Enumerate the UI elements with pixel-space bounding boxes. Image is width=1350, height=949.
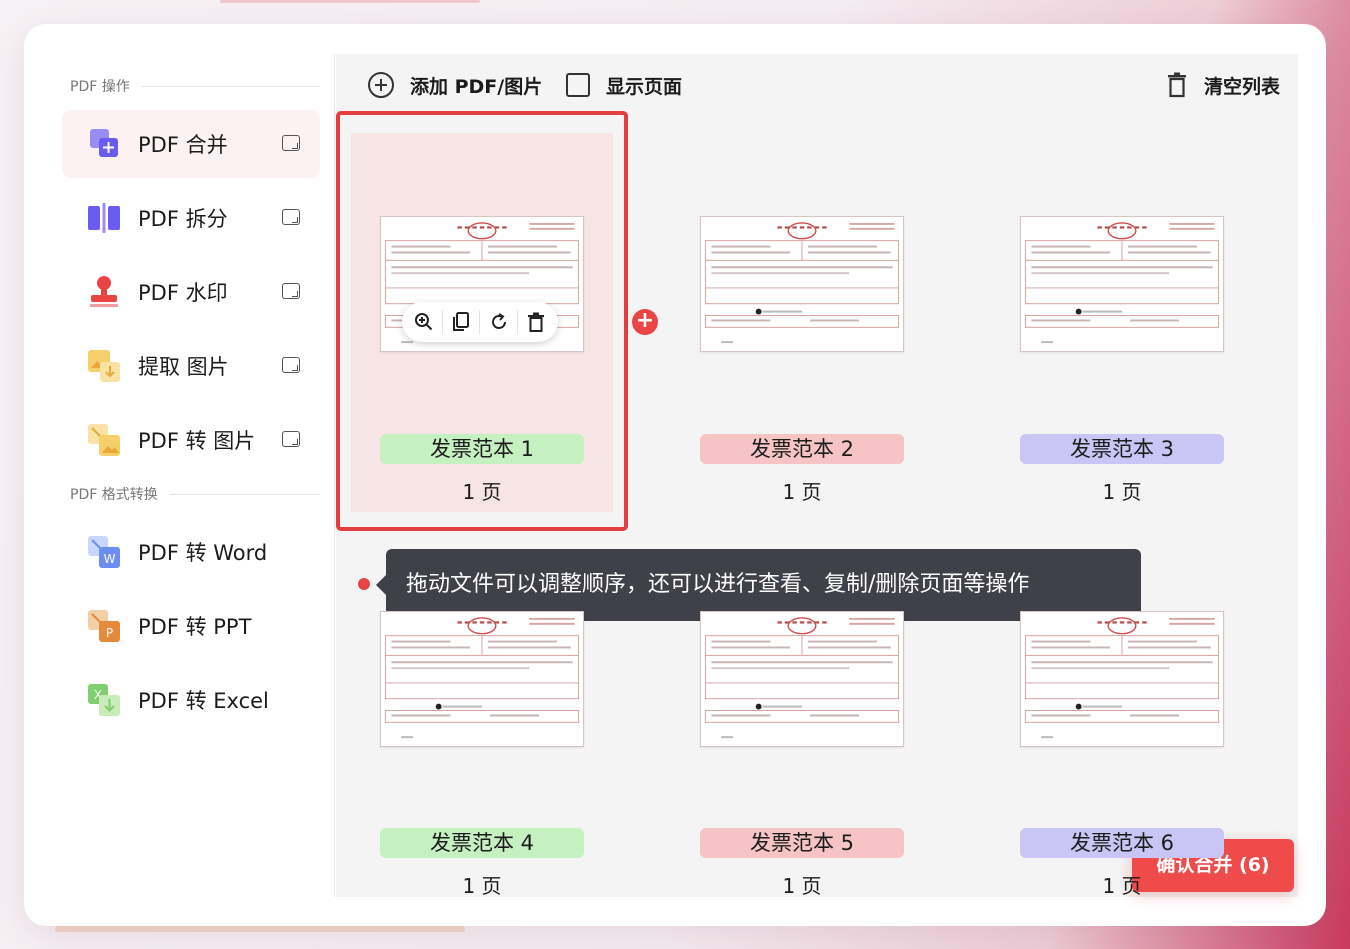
sidebar-item-label: 提取 图片 bbox=[138, 355, 229, 379]
section-title-text: PDF 操作 bbox=[70, 79, 130, 95]
trash-icon bbox=[527, 312, 544, 332]
sidebar-item-label: PDF 转 图片 bbox=[138, 429, 256, 453]
sidebar-item-pdf-to-excel[interactable]: X PDF 转 Excel bbox=[62, 666, 320, 734]
delete-button[interactable] bbox=[522, 308, 550, 336]
rotate-button[interactable] bbox=[485, 308, 513, 336]
ppt-badge: P bbox=[106, 626, 113, 640]
zoom-in-button[interactable] bbox=[410, 308, 438, 336]
ppt-icon: P bbox=[88, 610, 120, 642]
invoice-preview: ▬ ▬ ▬ ▬ ▬ ▬ ▬ bbox=[704, 617, 900, 739]
divider bbox=[141, 85, 320, 87]
trash-icon bbox=[1168, 72, 1186, 98]
extract-image-icon bbox=[88, 350, 120, 382]
divider bbox=[516, 310, 518, 334]
file-thumbnail[interactable]: ▬ ▬ ▬ ▬ ▬ ▬ ▬ bbox=[1020, 216, 1224, 352]
invoice-preview: ▬ ▬ ▬ ▬ ▬ ▬ ▬ bbox=[1024, 222, 1220, 344]
sidebar-item-label: PDF 拆分 bbox=[138, 207, 228, 231]
sidebar-item-pdf-to-word[interactable]: W PDF 转 Word bbox=[62, 518, 320, 586]
word-icon: W bbox=[88, 536, 120, 568]
divider bbox=[442, 310, 444, 334]
sidebar-item-pdf-to-ppt[interactable]: P PDF 转 PPT bbox=[62, 592, 320, 660]
open-window-icon[interactable] bbox=[282, 209, 300, 225]
sidebar-item-label: PDF 转 Excel bbox=[138, 689, 269, 713]
file-page-count: 1 页 bbox=[1102, 874, 1142, 898]
invoice-preview: ▬ ▬ ▬ ▬ ▬ ▬ ▬ bbox=[704, 222, 900, 344]
sidebar-item-label: PDF 水印 bbox=[138, 281, 228, 305]
checkbox-icon[interactable] bbox=[566, 73, 590, 97]
sidebar-item-extract-images[interactable]: 提取 图片 bbox=[62, 332, 320, 400]
file-page-count: 1 页 bbox=[782, 874, 822, 898]
sidebar-item-label: PDF 转 Word bbox=[138, 541, 268, 565]
show-pages-toggle[interactable]: 显示页面 bbox=[566, 70, 682, 100]
file-page-count: 1 页 bbox=[1102, 480, 1142, 504]
excel-icon: X bbox=[88, 684, 120, 716]
invoice-preview: ▬ ▬ ▬ ▬ ▬ ▬ ▬ bbox=[1024, 617, 1220, 739]
file-thumbnail[interactable]: ▬ ▬ ▬ ▬ ▬ ▬ ▬ bbox=[380, 611, 584, 747]
file-name-tag: 发票范本 3 bbox=[1020, 434, 1224, 464]
image-convert-icon bbox=[88, 424, 120, 456]
clear-list-label: 清空列表 bbox=[1204, 75, 1281, 98]
open-window-icon[interactable] bbox=[282, 135, 300, 151]
add-pdf-label: 添加 PDF/图片 bbox=[410, 75, 543, 98]
svg-text:▬ ▬ ▬ ▬ ▬ ▬ ▬: ▬ ▬ ▬ ▬ ▬ ▬ ▬ bbox=[777, 225, 828, 231]
open-window-icon[interactable] bbox=[282, 357, 300, 373]
file-page-count: 1 页 bbox=[462, 874, 502, 898]
file-name-tag: 发票范本 2 bbox=[700, 434, 904, 464]
toolbar: 添加 PDF/图片 显示页面 清空列表 bbox=[336, 54, 1298, 116]
file-name-tag: 发票范本 1 bbox=[380, 434, 584, 464]
merge-icon bbox=[90, 129, 118, 157]
zoom-in-icon bbox=[415, 313, 433, 331]
svg-text:▬ ▬ ▬ ▬ ▬ ▬ ▬: ▬ ▬ ▬ ▬ ▬ ▬ ▬ bbox=[457, 620, 508, 626]
file-thumbnail[interactable]: ▬ ▬ ▬ ▬ ▬ ▬ ▬ bbox=[700, 216, 904, 352]
sidebar: PDF 操作 PDF 合并 PDF 拆分 PDF 水印 提取 图片 PDF 转 … bbox=[52, 54, 335, 897]
section-title-text: PDF 格式转换 bbox=[70, 487, 158, 503]
copy-page-button[interactable] bbox=[447, 308, 475, 336]
add-circle-icon bbox=[368, 72, 394, 98]
word-badge: W bbox=[104, 552, 116, 566]
sidebar-item-label: PDF 转 PPT bbox=[138, 615, 252, 639]
add-pdf-button[interactable]: 添加 PDF/图片 bbox=[368, 70, 542, 100]
open-window-icon[interactable] bbox=[282, 431, 300, 447]
copy-icon bbox=[453, 312, 470, 331]
sidebar-item-split[interactable]: PDF 拆分 bbox=[62, 184, 320, 252]
clear-list-button[interactable]: 清空列表 bbox=[1166, 70, 1280, 100]
sidebar-item-merge[interactable]: PDF 合并 bbox=[62, 110, 320, 178]
file-page-count: 1 页 bbox=[782, 480, 822, 504]
section-title-conversion: PDF 格式转换 bbox=[70, 484, 320, 504]
stamp-icon bbox=[90, 276, 118, 307]
svg-text:▬ ▬ ▬ ▬ ▬ ▬ ▬: ▬ ▬ ▬ ▬ ▬ ▬ ▬ bbox=[1097, 620, 1148, 626]
file-name-tag: 发票范本 5 bbox=[700, 828, 904, 858]
sidebar-item-pdf-to-image[interactable]: PDF 转 图片 bbox=[62, 406, 320, 474]
background-accent-bottom bbox=[55, 926, 465, 932]
file-thumbnail[interactable]: ▬ ▬ ▬ ▬ ▬ ▬ ▬ bbox=[700, 611, 904, 747]
svg-text:▬ ▬ ▬ ▬ ▬ ▬ ▬: ▬ ▬ ▬ ▬ ▬ ▬ ▬ bbox=[1097, 225, 1148, 231]
svg-text:▬ ▬ ▬ ▬ ▬ ▬ ▬: ▬ ▬ ▬ ▬ ▬ ▬ ▬ bbox=[457, 225, 508, 231]
divider bbox=[479, 310, 481, 334]
file-action-bar bbox=[402, 302, 558, 342]
file-page-count: 1 页 bbox=[462, 480, 502, 504]
split-icon bbox=[88, 203, 120, 233]
rotate-icon bbox=[491, 313, 506, 329]
background-accent-top bbox=[220, 0, 480, 3]
app-window: PDF 操作 PDF 合并 PDF 拆分 PDF 水印 提取 图片 PDF 转 … bbox=[24, 24, 1326, 926]
section-title-operations: PDF 操作 bbox=[70, 76, 320, 96]
divider bbox=[169, 493, 320, 495]
file-thumbnail[interactable]: ▬ ▬ ▬ ▬ ▬ ▬ ▬ bbox=[1020, 611, 1224, 747]
sidebar-item-watermark[interactable]: PDF 水印 bbox=[62, 258, 320, 326]
file-name-tag: 发票范本 6 bbox=[1020, 828, 1224, 858]
tooltip-indicator bbox=[358, 578, 370, 590]
svg-text:▬ ▬ ▬ ▬ ▬ ▬ ▬: ▬ ▬ ▬ ▬ ▬ ▬ ▬ bbox=[777, 620, 828, 626]
insert-file-button[interactable]: + bbox=[632, 309, 658, 335]
open-window-icon[interactable] bbox=[282, 283, 300, 299]
file-name-tag: 发票范本 4 bbox=[380, 828, 584, 858]
invoice-preview: ▬ ▬ ▬ ▬ ▬ ▬ ▬ bbox=[384, 617, 580, 739]
show-pages-label: 显示页面 bbox=[606, 75, 683, 98]
sidebar-item-label: PDF 合并 bbox=[138, 133, 228, 157]
